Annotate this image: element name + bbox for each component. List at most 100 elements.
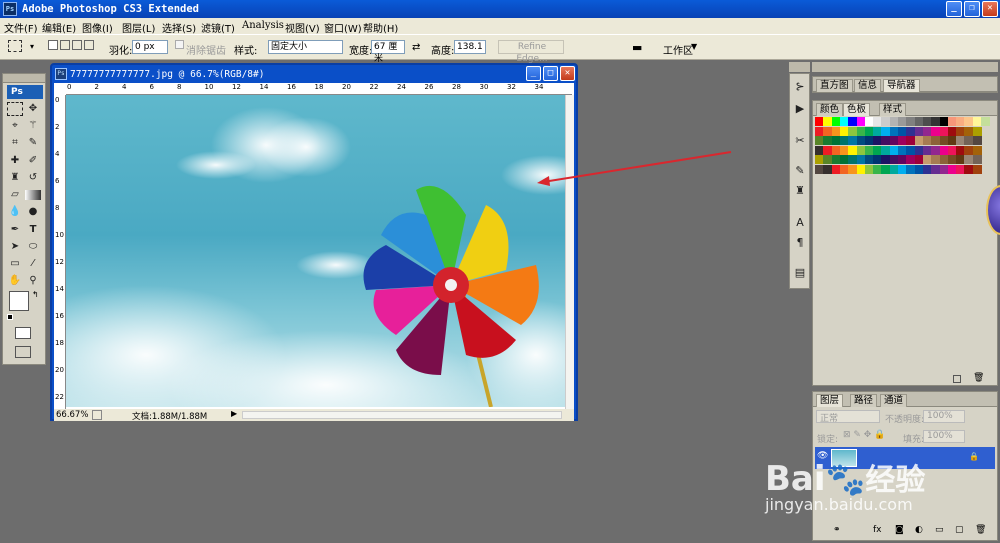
add-selection-icon[interactable] <box>60 40 70 50</box>
swap-dimensions-icon[interactable]: ⇄ <box>412 42 420 53</box>
rectangular-marquee-tool-icon[interactable] <box>7 102 23 116</box>
delete-layer-icon[interactable]: 🗑 <box>975 525 986 535</box>
color-swatch[interactable] <box>972 145 982 155</box>
width-input[interactable]: 67 厘米 <box>371 40 405 64</box>
character-panel-icon[interactable]: A <box>793 216 807 230</box>
doc-close-button[interactable]: ✕ <box>560 66 575 81</box>
brush-tool-icon[interactable]: ✐ <box>25 154 41 168</box>
quick-mask-icon[interactable] <box>15 327 31 339</box>
color-swatch[interactable] <box>972 136 982 145</box>
path-selection-tool-icon[interactable]: ➤ <box>7 240 23 254</box>
tab-navigator[interactable]: 导航器 <box>883 79 920 92</box>
zoom-level[interactable]: 66.67% <box>56 410 88 420</box>
icon-strip-header[interactable] <box>789 62 810 72</box>
eraser-tool-icon[interactable]: ▱ <box>7 188 23 202</box>
blur-tool-icon[interactable]: 💧 <box>7 205 23 219</box>
tab-layers[interactable]: 图层 <box>816 394 844 407</box>
notes-tool-icon[interactable]: ▭ <box>7 257 23 271</box>
color-swatch[interactable] <box>972 155 982 164</box>
history-panel-icon[interactable]: ⊱ <box>793 80 807 94</box>
menu-image[interactable]: 图像(I) <box>82 20 113 35</box>
menu-select[interactable]: 选择(S) <box>162 20 196 35</box>
workspace-dropdown-icon[interactable]: ▼ <box>691 42 697 51</box>
height-input[interactable]: 138.1 <box>454 40 486 54</box>
layer-fx-icon[interactable]: fx <box>873 525 882 535</box>
delete-swatch-icon[interactable]: 🗑 <box>973 373 984 383</box>
document-title-bar[interactable]: Ps 77777777777777.jpg @ 66.7%(RGB/8#) _ … <box>52 65 576 83</box>
layer-group-icon[interactable]: ▭ <box>935 525 944 535</box>
tab-paths[interactable]: 路径 <box>850 394 878 407</box>
tab-styles[interactable]: 样式 <box>879 103 907 116</box>
status-menu-icon[interactable] <box>92 410 102 420</box>
tab-channels[interactable]: 通道 <box>880 394 908 407</box>
lasso-tool-icon[interactable]: ⌖ <box>7 119 23 133</box>
menu-edit[interactable]: 编辑(E) <box>42 20 76 35</box>
move-tool-icon[interactable]: ✥ <box>25 102 41 116</box>
fill-input[interactable]: 100% <box>923 430 965 443</box>
swap-colors-icon[interactable]: ↰ <box>32 290 39 299</box>
new-selection-icon[interactable] <box>48 40 58 50</box>
brushes-panel-icon[interactable]: ✎ <box>793 164 807 178</box>
color-swatch[interactable] <box>972 164 982 174</box>
subtract-selection-icon[interactable] <box>72 40 82 50</box>
menu-file[interactable]: 文件(F) <box>4 20 38 35</box>
vertical-scrollbar[interactable] <box>565 95 574 409</box>
tab-swatches[interactable]: 色板 <box>843 103 871 116</box>
opacity-input[interactable]: 100% <box>923 410 965 423</box>
bridge-icon[interactable]: ▬ <box>632 41 642 54</box>
horizontal-scrollbar[interactable] <box>242 411 562 419</box>
menu-view[interactable]: 视图(V) <box>285 20 320 35</box>
menu-window[interactable]: 窗口(W) <box>324 20 362 35</box>
menu-filter[interactable]: 滤镜(T) <box>201 20 235 35</box>
adjustment-layer-icon[interactable]: ◐ <box>915 525 923 535</box>
minimize-button[interactable]: _ <box>946 1 962 17</box>
menu-analysis[interactable]: Analysis <box>242 20 284 31</box>
default-colors-icon[interactable] <box>7 314 13 320</box>
slice-tool-icon[interactable]: ✎ <box>25 136 41 150</box>
feather-input[interactable]: 0 px <box>132 40 168 54</box>
workspace-button[interactable]: 工作区 <box>663 42 693 57</box>
refine-edge-button[interactable]: Refine Edge... <box>498 40 564 64</box>
layer-mask-icon[interactable]: ◙ <box>895 525 904 535</box>
pen-tool-icon[interactable]: ✒ <box>7 223 23 237</box>
eyedropper-tool-icon[interactable]: ⁄ <box>25 257 41 271</box>
layer-link-icon[interactable]: ⚭ <box>833 525 841 535</box>
type-tool-icon[interactable]: T <box>25 223 41 237</box>
actions-panel-icon[interactable]: ▶ <box>793 102 807 116</box>
crop-tool-icon[interactable]: ⌗ <box>7 136 23 150</box>
clone-stamp-tool-icon[interactable]: ♜ <box>7 171 23 185</box>
new-layer-icon[interactable]: ▢ <box>955 525 964 535</box>
blend-mode-select[interactable]: 正常 <box>816 410 880 424</box>
menu-help[interactable]: 帮助(H) <box>363 20 398 35</box>
screen-mode-icon[interactable] <box>15 346 31 358</box>
restore-button[interactable]: ❐ <box>964 1 980 17</box>
ellipse-tool-icon[interactable]: ⬭ <box>25 240 41 254</box>
clone-source-icon[interactable]: ♜ <box>793 184 807 198</box>
layer-comps-icon[interactable]: ▤ <box>793 266 807 280</box>
intersect-selection-icon[interactable] <box>84 40 94 50</box>
magic-wand-tool-icon[interactable]: ⚚ <box>25 119 41 133</box>
dodge-tool-icon[interactable]: ● <box>25 205 41 219</box>
menu-layer[interactable]: 图层(L) <box>122 20 155 35</box>
foreground-color-swatch[interactable] <box>9 291 29 311</box>
gradient-tool-icon[interactable] <box>25 190 41 200</box>
new-swatch-icon[interactable] <box>953 375 961 383</box>
tab-info[interactable]: 信息 <box>854 79 882 92</box>
color-swatch[interactable] <box>981 117 990 126</box>
style-select[interactable]: 固定大小 <box>268 40 343 54</box>
zoom-tool-icon[interactable]: ⚲ <box>25 274 41 288</box>
hand-tool-icon[interactable]: ✋ <box>7 274 23 288</box>
tab-histogram[interactable]: 直方图 <box>816 79 853 92</box>
doc-minimize-button[interactable]: _ <box>526 66 541 81</box>
right-dock-header[interactable] <box>812 62 998 72</box>
swatch-grid[interactable] <box>815 117 990 181</box>
close-button[interactable]: ✕ <box>982 1 998 17</box>
doc-maximize-button[interactable]: □ <box>543 66 558 81</box>
tab-color[interactable]: 颜色 <box>816 103 844 116</box>
tool-presets-icon[interactable]: ✂ <box>793 134 807 148</box>
paragraph-panel-icon[interactable]: ¶ <box>793 236 807 250</box>
marquee-tool-preset-icon[interactable] <box>8 40 22 52</box>
antialias-checkbox[interactable] <box>175 40 184 49</box>
status-arrow-icon[interactable]: ▶ <box>231 409 237 418</box>
pinwheel-image[interactable] <box>66 95 565 407</box>
